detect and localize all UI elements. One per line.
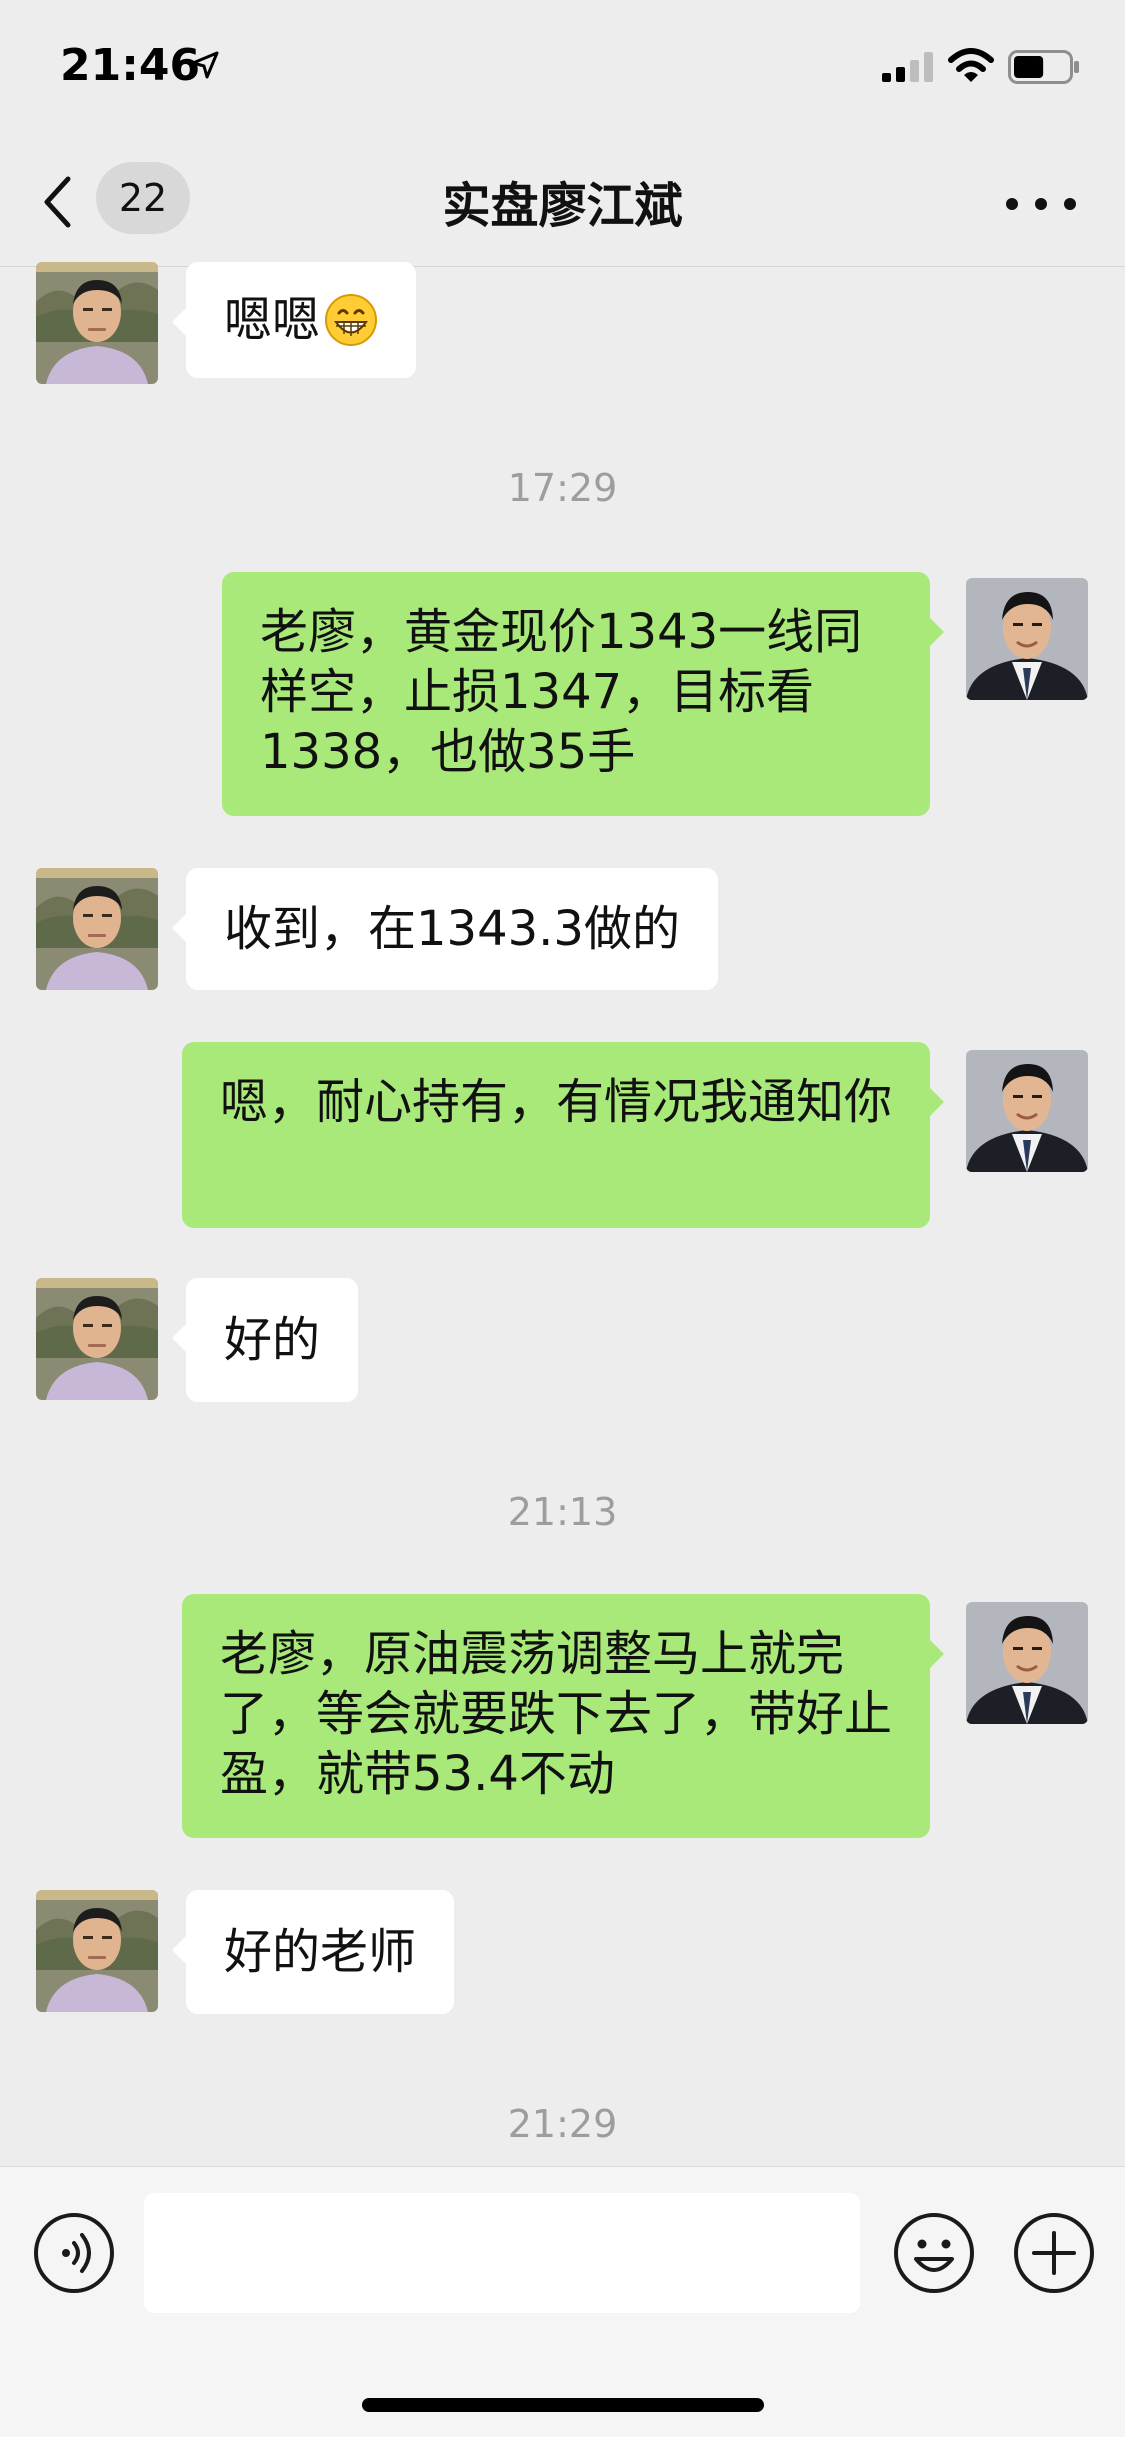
message-input[interactable] (144, 2193, 860, 2313)
message-item: 收到，在1343.3做的 (0, 868, 1125, 990)
location-arrow-icon (190, 50, 220, 84)
message-timestamp: 21:29 (507, 2102, 618, 2146)
message-text: 好的老师 (224, 1924, 417, 1980)
more-options-button[interactable] (1006, 192, 1076, 216)
message-bubble[interactable]: 好的 (171, 1278, 359, 1402)
message-timestamp: 17:29 (507, 466, 618, 510)
message-item: 嗯嗯 (0, 262, 1125, 384)
contact-avatar[interactable] (36, 868, 158, 990)
voice-input-button[interactable] (32, 2211, 116, 2299)
contact-avatar[interactable] (36, 262, 158, 384)
message-text: 老廖，黄金现价1343一线同样空，止损1347，目标看1338，也做35手 (260, 604, 863, 780)
battery-icon (1008, 50, 1080, 88)
message-item: 老廖，原油震荡调整马上就完了，等会就要跌下去了，带好止盈，就带53.4不动 (0, 1594, 1125, 1838)
message-bubble[interactable]: 老廖，原油震荡调整马上就完了，等会就要跌下去了，带好止盈，就带53.4不动 (182, 1594, 944, 1838)
message-bubble[interactable]: 老廖，黄金现价1343一线同样空，止损1347，目标看1338，也做35手 (222, 572, 944, 816)
message-item: 嗯，耐心持有，有情况我通知你 (0, 1042, 1125, 1228)
message-bubble[interactable]: 收到，在1343.3做的 (172, 868, 718, 990)
message-bubble[interactable]: 嗯，耐心持有，有情况我通知你 (182, 1042, 944, 1228)
unread-count-badge[interactable]: 22 (96, 162, 190, 234)
more-dots-icon (1006, 198, 1018, 210)
message-text: 老廖，原油震荡调整马上就完了，等会就要跌下去了，带好止盈，就带53.4不动 (220, 1626, 893, 1802)
message-text: 嗯，耐心持有，有情况我通知你 (220, 1074, 893, 1130)
message-bubble[interactable]: 嗯嗯 (171, 262, 417, 378)
chevron-left-icon (44, 176, 71, 228)
message-item: 好的 (0, 1278, 1125, 1402)
input-bar (0, 2166, 1125, 2437)
message-timestamp: 21:13 (507, 1490, 618, 1534)
chat-header: 22 实盘廖江斌 (0, 140, 1125, 267)
status-time: 21:46 (60, 40, 201, 91)
message-item: 老廖，黄金现价1343一线同样空，止损1347，目标看1338，也做35手 (0, 572, 1125, 816)
status-bar: 21:46 (0, 0, 1125, 140)
message-item: 好的老师 (0, 1890, 1125, 2014)
contact-avatar[interactable] (36, 1278, 158, 1400)
emoji-button[interactable] (892, 2211, 976, 2299)
contact-avatar[interactable] (36, 1890, 158, 2012)
grinning-face-icon (325, 294, 378, 346)
message-text: 收到，在1343.3做的 (224, 901, 680, 957)
my-avatar[interactable] (966, 1602, 1088, 1724)
wifi-icon (948, 48, 994, 88)
message-bubble[interactable]: 好的老师 (171, 1890, 455, 2014)
message-text: 嗯嗯 (224, 292, 321, 348)
back-button[interactable] (42, 170, 86, 234)
my-avatar[interactable] (966, 578, 1088, 700)
plus-icon (1014, 2213, 1094, 2293)
more-functions-button[interactable] (1012, 2211, 1096, 2299)
voice-icon (34, 2213, 114, 2293)
cellular-signal-icon (882, 52, 934, 86)
home-indicator[interactable] (362, 2398, 764, 2412)
smiley-icon (894, 2213, 974, 2293)
my-avatar[interactable] (966, 1050, 1088, 1172)
message-text: 好的 (224, 1312, 321, 1368)
